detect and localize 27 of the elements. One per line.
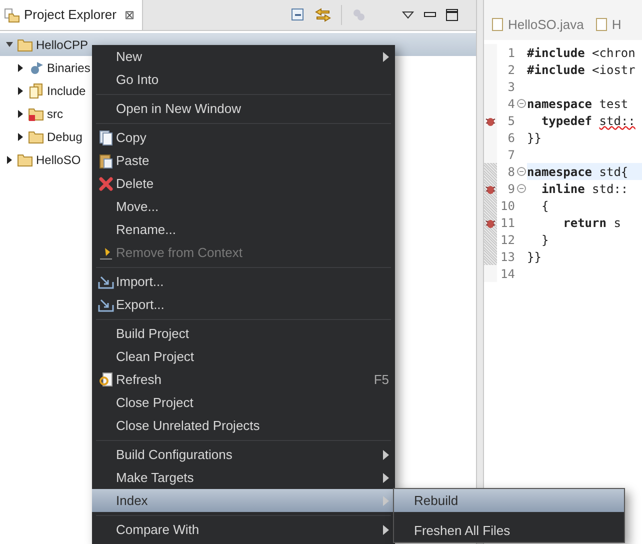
code-line: } [540,232,549,248]
line-number: 9 [506,180,515,198]
line-number: 2 [506,62,515,78]
code-line: inline std:: [540,180,628,198]
code-line: namespace test [527,96,628,112]
line-number: 10 [500,198,515,214]
code-line: }} [527,130,542,146]
code-line: { [540,198,549,214]
line-number: 12 [500,232,515,248]
code-line: #include <iostr [527,62,636,78]
line-number: 14 [500,266,515,282]
line-number: 4 [506,96,515,112]
line-number: 6 [506,130,515,146]
line-number: 3 [506,78,515,96]
line-number: 7 [506,146,515,164]
code-line: namespace std{ [527,164,628,180]
code-line: return s [562,214,621,232]
code-line: }} [527,248,542,266]
line-number: 11 [500,214,515,232]
code-line: #include <chron [527,44,636,62]
code-line: typedef std:: [540,112,636,130]
line-number: 8 [506,164,515,180]
shortcut-text: F5 [374,370,389,389]
view-title: Project Explorer [24,6,116,24]
line-number: 1 [506,44,515,62]
line-number: 13 [500,248,515,266]
line-number: 5 [506,112,515,130]
